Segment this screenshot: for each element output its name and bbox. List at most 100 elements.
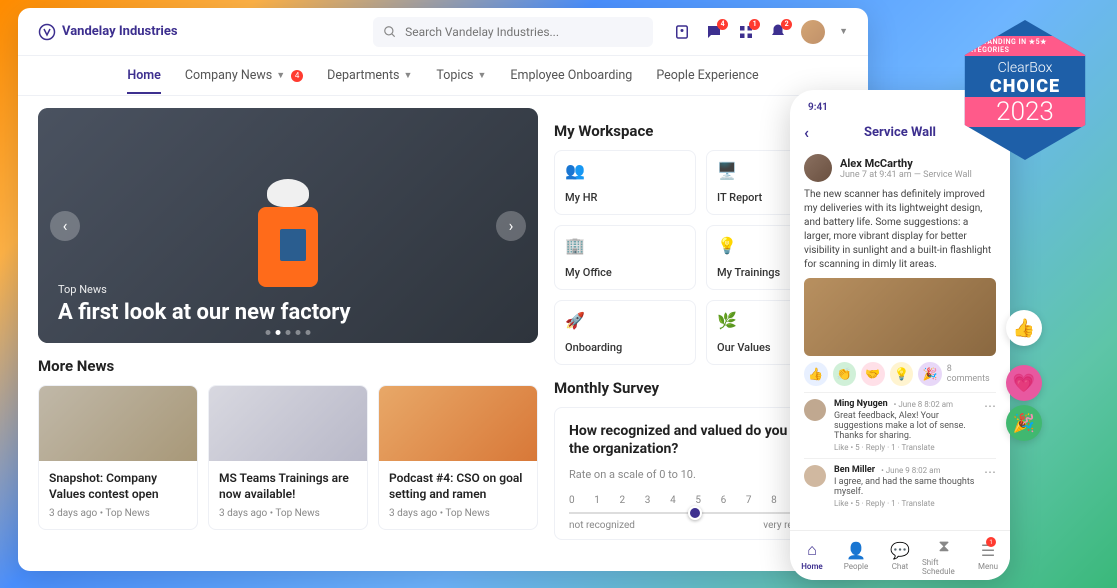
directory-icon[interactable] [673,23,691,41]
pnav-shift[interactable]: ⧗Shift Schedule [922,531,966,580]
left-column: ‹ › Top News A first look at our new fac… [38,108,538,540]
comments-count[interactable]: 8 comments [947,364,996,384]
bell-icon[interactable]: 2 [769,23,787,41]
primary-nav: Home Company News ▼4 Departments ▼ Topic… [18,56,868,96]
news-title: Podcast #4: CSO on goal setting and rame… [389,471,527,502]
phone-bottom-nav: ⌂Home 👤People 💬Chat ⧗Shift Schedule ☰Men… [790,530,1010,580]
comment-author: Ming Nyugen [834,399,888,409]
comment-time: • June 9 8:02 am [881,466,940,475]
workspace-tile-office[interactable]: 🏢My Office [554,225,696,290]
home-icon: ⌂ [807,540,817,560]
search-input[interactable] [405,25,643,39]
clock-icon: ⧗ [938,536,949,556]
phone-title: Service Wall [864,125,936,140]
menu-badge: 1 [986,537,996,547]
news-title: MS Teams Trainings are now available! [219,471,357,502]
pnav-menu[interactable]: ☰Menu1 [966,531,1010,580]
pnav-people[interactable]: 👤People [834,531,878,580]
news-thumbnail [39,386,197,461]
apps-badge: 1 [749,19,760,30]
news-badge: 4 [291,70,303,82]
pnav-chat[interactable]: 💬Chat [878,531,922,580]
search-icon [383,25,397,39]
nav-onboarding[interactable]: Employee Onboarding [510,68,632,83]
reactions-bar: 👍 👏 🤝 💡 🎉 8 comments [804,362,996,386]
apps-icon[interactable]: 1 [737,23,755,41]
content-area: ‹ › Top News A first look at our new fac… [18,96,868,552]
carousel-next-button[interactable]: › [496,211,526,241]
news-card[interactable]: MS Teams Trainings are now available! 3 … [208,385,368,530]
search-box[interactable] [373,17,653,47]
hero-carousel[interactable]: ‹ › Top News A first look at our new fac… [38,108,538,343]
hero-caption: Top News A first look at our new factory [58,283,351,325]
pnav-home[interactable]: ⌂Home [790,531,834,580]
float-heart-icon[interactable]: 💗 [1006,365,1042,401]
chat-icon[interactable]: 4 [705,23,723,41]
chat-badge: 4 [717,19,728,30]
avatar[interactable] [804,399,826,421]
news-grid: Snapshot: Company Values contest open 3 … [38,385,538,530]
news-card[interactable]: Snapshot: Company Values contest open 3 … [38,385,198,530]
comment: Ben Miller • June 9 8:02 am I agree, and … [804,458,996,514]
avatar[interactable] [804,154,832,182]
news-meta: 3 days ago • Top News [49,508,187,519]
hero-title: A first look at our new factory [58,300,351,325]
news-thumbnail [379,386,537,461]
bell-badge: 2 [781,19,792,30]
reaction-heart[interactable]: 🤝 [861,362,885,386]
dot[interactable] [306,330,311,335]
slider-thumb[interactable] [688,506,702,520]
chevron-down-icon: ▼ [276,70,285,81]
post-body: The new scanner has definitely improved … [804,188,996,272]
comment-actions[interactable]: Like • 5 · Reply · 1 · Translate [834,499,976,508]
comment-author: Ben Miller [834,465,875,475]
award-badge: OUTSTANDING IN ★5★ CATEGORIES ClearBox C… [945,20,1105,180]
comment-actions[interactable]: Like • 5 · Reply · 1 · Translate [834,443,976,452]
reaction-celebrate[interactable]: 🎉 [918,362,942,386]
dot[interactable] [286,330,291,335]
more-icon[interactable]: ⋯ [984,399,996,452]
award-hexagon: OUTSTANDING IN ★5★ CATEGORIES ClearBox C… [955,20,1095,160]
workspace-tile-onboarding[interactable]: 🚀Onboarding [554,300,696,365]
nav-topics[interactable]: Topics ▼ [436,68,486,83]
carousel-prev-button[interactable]: ‹ [50,211,80,241]
more-icon[interactable]: ⋯ [984,465,996,508]
brand-logo[interactable]: Vandelay Industries [38,23,178,41]
reaction-like[interactable]: 👍 [804,362,828,386]
news-thumbnail [209,386,367,461]
dot[interactable] [276,330,281,335]
top-icons: 4 1 2 ▼ [673,20,848,44]
award-brand: ClearBox [998,60,1053,76]
people-icon: 👥 [565,161,685,180]
float-confetti-icon[interactable]: 🎉 [1006,405,1042,441]
dot[interactable] [296,330,301,335]
hero-tag: Top News [58,283,351,296]
float-thumbs-up-icon[interactable]: 👍 [1006,310,1042,346]
news-meta: 3 days ago • Top News [219,508,357,519]
back-button[interactable]: ‹ [804,123,809,142]
reaction-clap[interactable]: 👏 [833,362,857,386]
post-image[interactable] [804,278,996,356]
reaction-idea[interactable]: 💡 [890,362,914,386]
rocket-icon: 🚀 [565,311,685,330]
news-card[interactable]: Podcast #4: CSO on goal setting and rame… [378,385,538,530]
news-meta: 3 days ago • Top News [389,508,527,519]
nav-departments[interactable]: Departments ▼ [327,68,412,83]
top-bar: Vandelay Industries 4 1 2 ▼ [18,8,868,56]
user-avatar[interactable] [801,20,825,44]
building-icon: 🏢 [565,236,685,255]
chevron-down-icon: ▼ [404,70,413,81]
dot[interactable] [266,330,271,335]
nav-company-news[interactable]: Company News ▼4 [185,68,303,83]
comment-text: Great feedback, Alex! Your suggestions m… [834,411,976,441]
workspace-tile-hr[interactable]: 👥My HR [554,150,696,215]
people-icon: 👤 [846,541,866,560]
avatar[interactable] [804,465,826,487]
nav-people-experience[interactable]: People Experience [656,68,758,83]
nav-home[interactable]: Home [127,68,161,83]
carousel-dots [266,330,311,335]
comment-text: I agree, and had the same thoughts mysel… [834,477,976,497]
chevron-down-icon: ▼ [839,26,848,37]
brand-name: Vandelay Industries [62,24,178,39]
comment-time: • June 8 8:02 am [894,400,953,409]
